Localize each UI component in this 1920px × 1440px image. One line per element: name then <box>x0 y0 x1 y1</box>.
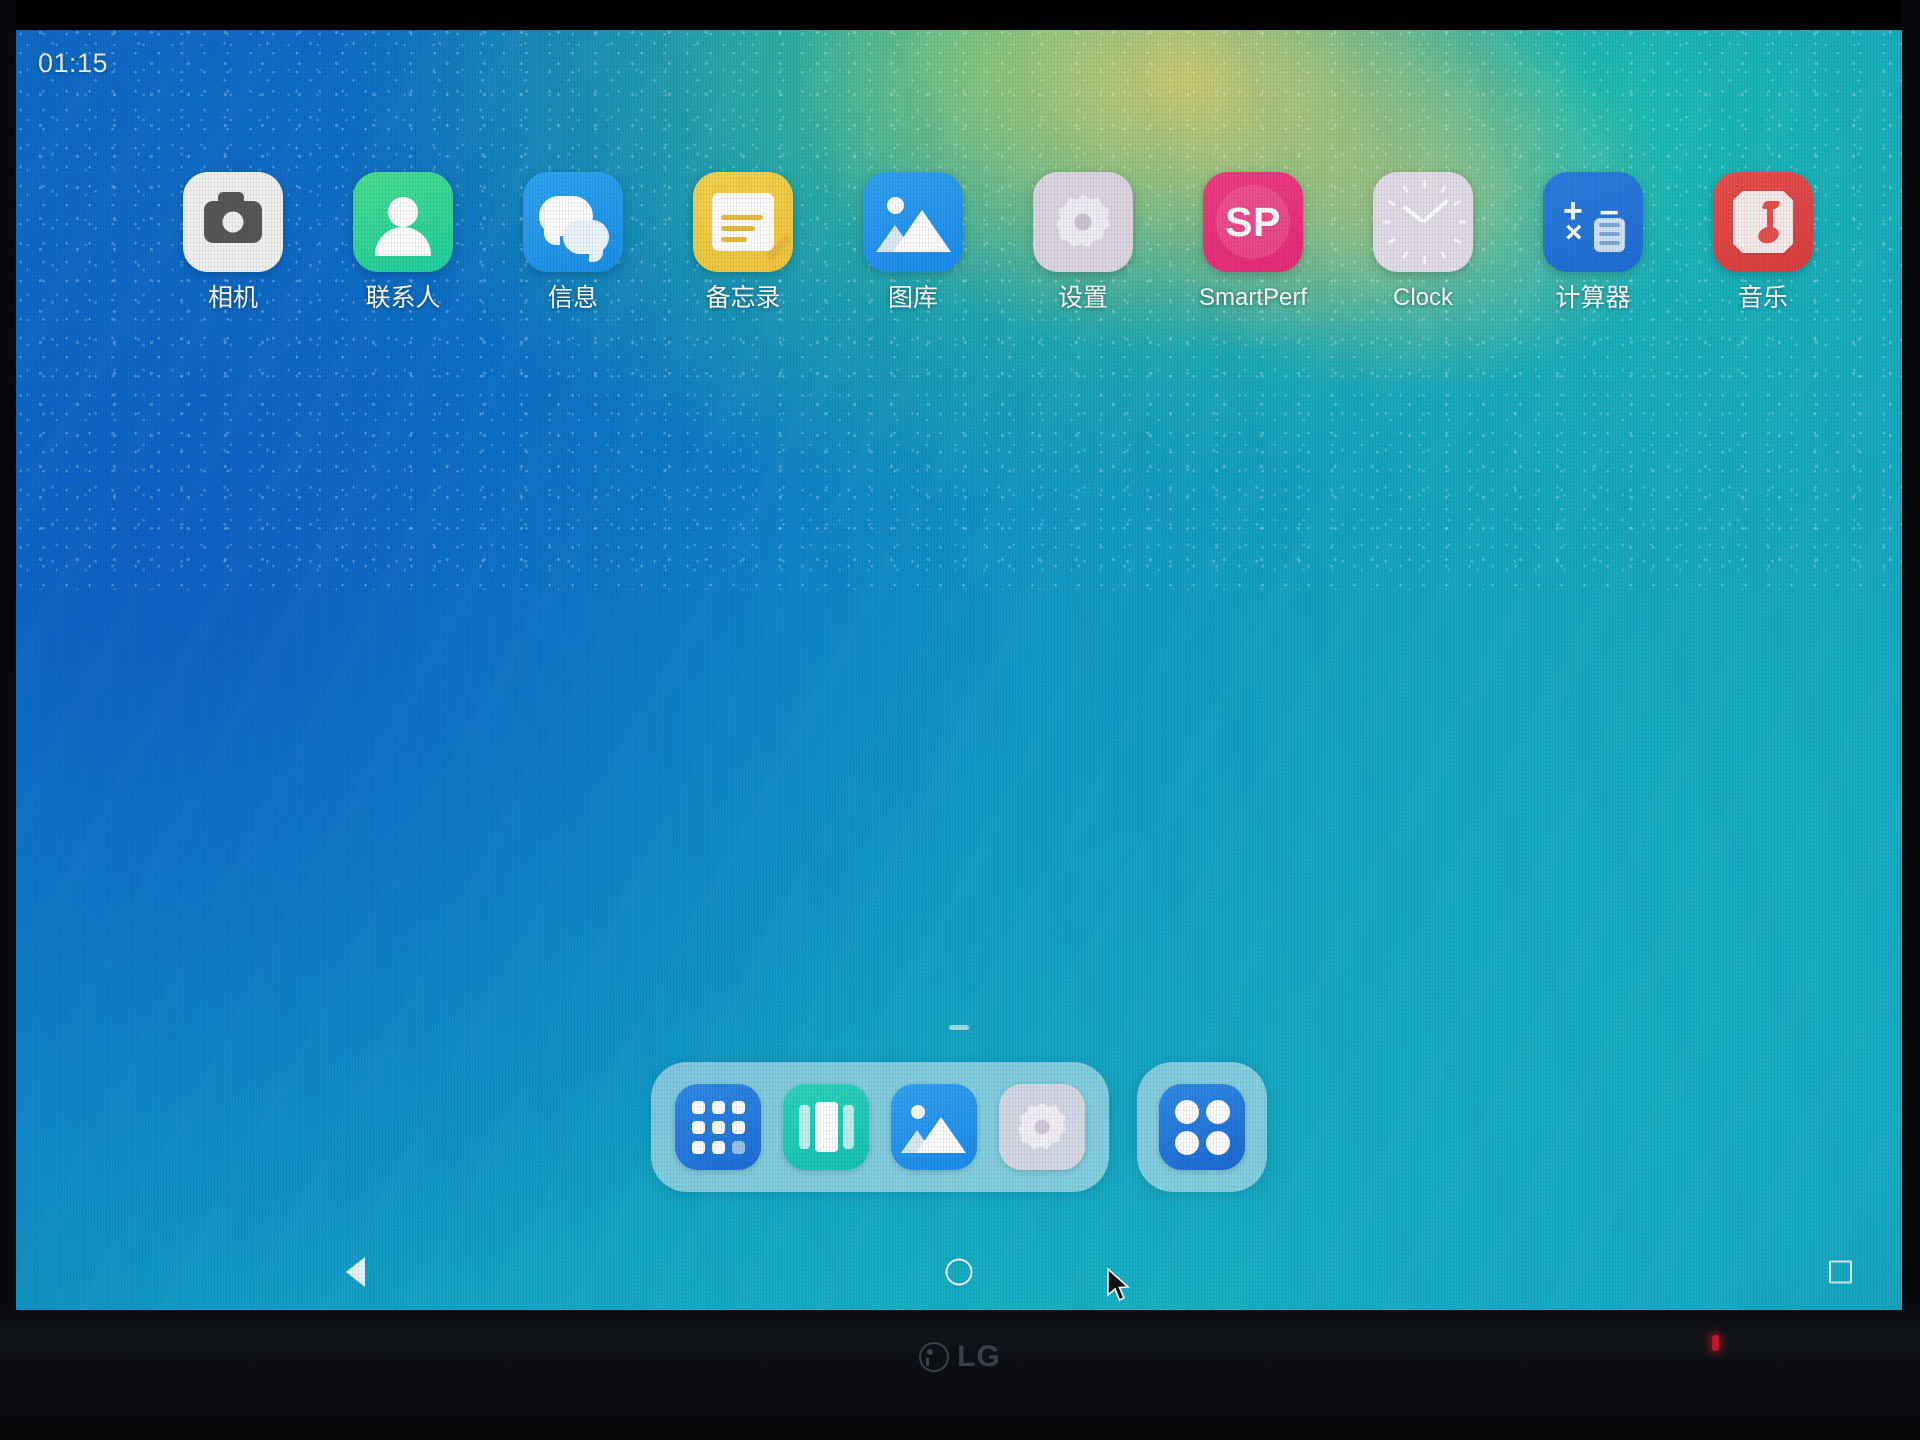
clock-icon[interactable] <box>1373 172 1473 272</box>
camera-hump-shape <box>218 192 244 204</box>
app-grid-icon[interactable] <box>675 1084 761 1170</box>
app-label-smartperf: SmartPerf <box>1198 284 1308 311</box>
app-label-calculator: 计算器 <box>1555 284 1631 312</box>
clock-tick-10 <box>1387 199 1396 207</box>
note-line-3 <box>721 237 747 242</box>
camera-lens-shape <box>222 211 244 233</box>
app-camera[interactable]: 相机 <box>148 172 318 313</box>
app-notes[interactable]: 备忘录 <box>658 172 828 313</box>
messages-icon[interactable] <box>523 172 623 272</box>
clock-tick-5 <box>1440 250 1447 260</box>
navigation-bar <box>16 1229 1902 1315</box>
app-label-camera: 相机 <box>207 284 258 312</box>
app-settings[interactable]: 设置 <box>998 172 1168 313</box>
clock-hour-hand <box>1402 205 1425 224</box>
app-smartperf[interactable]: SP SmartPerf <box>1168 172 1338 313</box>
monitor-bezel-bottom <box>0 1310 1920 1440</box>
dock-drag-handle[interactable] <box>949 1025 969 1030</box>
power-led-indicator <box>1712 1335 1719 1351</box>
person-body-shape <box>375 227 431 256</box>
app-label-contacts: 联系人 <box>365 284 441 312</box>
settings-gear-icon[interactable] <box>999 1084 1085 1170</box>
lg-mark-icon <box>919 1342 950 1372</box>
clock-tick-3 <box>1458 220 1467 224</box>
equals-keypad-icon <box>1594 218 1625 252</box>
dock-recent-tray <box>651 1062 1109 1192</box>
monitor-bezel-left <box>0 0 16 1320</box>
app-gallery[interactable]: 图库 <box>828 172 998 313</box>
gear-shape <box>1018 1103 1066 1150</box>
status-bar-clock: 01:15 <box>38 47 109 78</box>
camera-icon[interactable] <box>183 172 283 272</box>
app-messages[interactable]: 信息 <box>488 172 658 313</box>
music-note-head-shape <box>1756 224 1781 246</box>
lg-wordmark: LG <box>957 1340 1001 1373</box>
columns-icon[interactable] <box>783 1084 869 1170</box>
clock-tick-9 <box>1382 220 1391 224</box>
clock-face-shape <box>1373 172 1473 272</box>
calculator-icon[interactable]: + − × <box>1543 172 1643 272</box>
app-label-gallery: 图库 <box>887 284 938 312</box>
monitor-bezel-top <box>0 0 1920 30</box>
dock <box>16 1062 1902 1192</box>
gallery-icon[interactable] <box>891 1084 977 1170</box>
app-calculator[interactable]: + − × 计算器 <box>1508 172 1678 313</box>
app-label-clock: Clock <box>1392 284 1453 311</box>
gear-shape <box>1056 195 1110 248</box>
person-head-shape <box>388 197 418 227</box>
camera-body-shape <box>204 192 262 243</box>
app-drawer-icon[interactable] <box>1159 1084 1245 1170</box>
mountain-large-shape <box>893 210 951 252</box>
app-contacts[interactable]: 联系人 <box>318 172 488 313</box>
clock-minute-hand <box>1421 198 1449 224</box>
app-label-notes: 备忘录 <box>705 284 781 312</box>
app-grid-dots-shape <box>691 1100 745 1154</box>
clock-tick-8 <box>1387 237 1396 245</box>
note-line-1 <box>721 215 763 220</box>
clock-tick-2 <box>1453 199 1462 207</box>
columns-shape <box>798 1102 854 1152</box>
app-clock[interactable]: Clock <box>1338 172 1508 313</box>
device-screen: 01:15 相机 联系人 信息 备忘录 图库 设置 SP SmartPerf C… <box>16 30 1902 1315</box>
notes-icon[interactable] <box>693 172 793 272</box>
music-plate-shape <box>1733 191 1793 253</box>
settings-gear-icon[interactable] <box>1033 172 1133 272</box>
status-bar: 01:15 <box>16 30 1902 96</box>
note-sheet-shape <box>712 193 774 251</box>
back-triangle-icon[interactable] <box>346 1257 365 1287</box>
speech-bubble-small <box>563 220 609 262</box>
mountain-large-shape <box>916 1117 966 1153</box>
recents-square-icon[interactable] <box>1829 1260 1852 1284</box>
app-label-music: 音乐 <box>1737 284 1788 312</box>
times-symbol-icon: × <box>1565 216 1583 249</box>
clock-tick-7 <box>1402 250 1409 260</box>
home-screen-app-grid: 相机 联系人 信息 备忘录 图库 设置 SP SmartPerf Clock +… <box>148 172 1848 313</box>
app-label-settings: 设置 <box>1057 284 1108 312</box>
clock-tick-1 <box>1440 184 1447 194</box>
app-music[interactable]: 音乐 <box>1678 172 1848 313</box>
clock-tick-11 <box>1402 184 1409 194</box>
note-line-2 <box>721 226 755 231</box>
clock-tick-6 <box>1423 256 1426 264</box>
app-label-messages: 信息 <box>547 284 598 312</box>
contacts-icon[interactable] <box>353 172 453 272</box>
smartperf-icon[interactable]: SP <box>1203 172 1303 272</box>
dock-drawer-tray <box>1137 1062 1267 1192</box>
music-icon[interactable] <box>1713 172 1813 272</box>
gallery-icon[interactable] <box>863 172 963 272</box>
clock-tick-4 <box>1453 237 1462 245</box>
monitor-bezel-right <box>1902 0 1920 1320</box>
clock-tick-12 <box>1423 180 1426 188</box>
lg-brand-logo: LG <box>0 1340 1920 1374</box>
smartperf-badge-text: SP <box>1225 198 1281 245</box>
note-header-bar <box>712 193 774 207</box>
four-circles-shape <box>1174 1099 1230 1155</box>
lg-monitor: 01:15 相机 联系人 信息 备忘录 图库 设置 SP SmartPerf C… <box>0 0 1920 1440</box>
home-circle-icon[interactable] <box>945 1258 973 1286</box>
